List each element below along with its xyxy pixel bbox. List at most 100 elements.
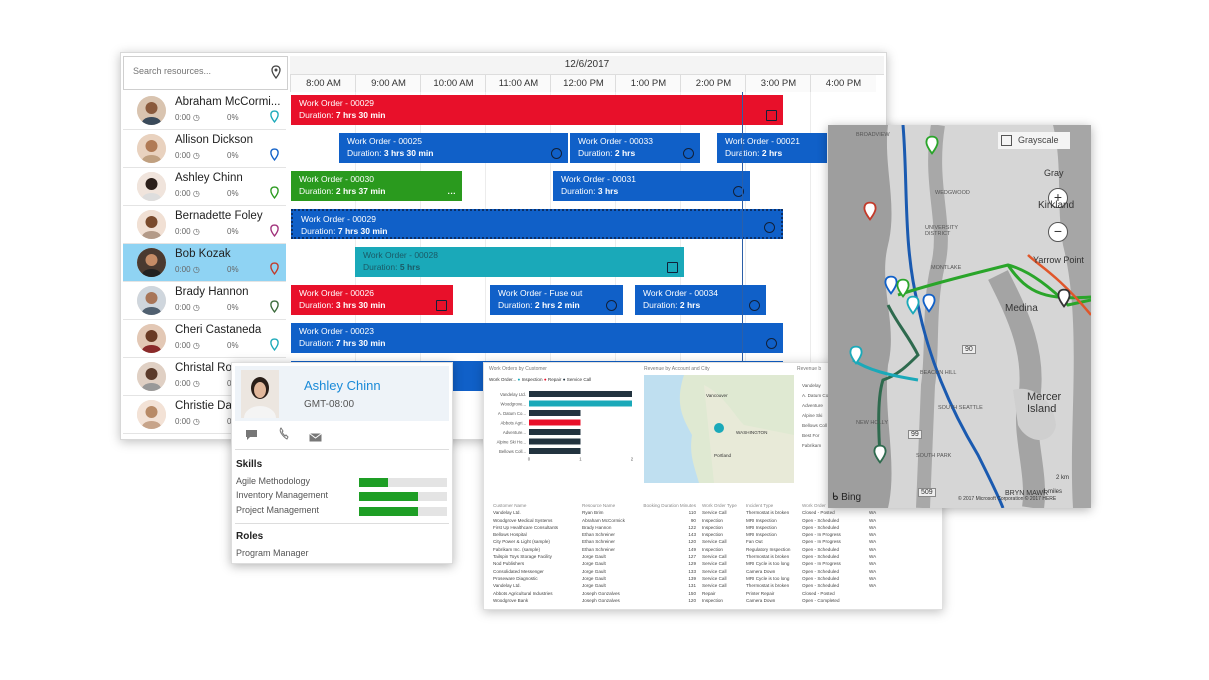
resource-hours: 0:00 ◷ — [175, 151, 200, 160]
hour-label: 11:00 AM — [485, 75, 551, 92]
table-column-resource: Resource Name Ryan Brim Abraham McCormick… — [582, 503, 625, 603]
booking-work-order[interactable]: Work Order - 00029 Duration: 7 hrs 30 mi… — [291, 95, 783, 125]
resource-row[interactable]: Bernadette Foley 0:00 ◷ 0% — [123, 206, 286, 244]
resource-name: Ashley Chinn — [175, 172, 243, 184]
avatar — [137, 400, 166, 429]
avatar — [137, 96, 166, 125]
bar[interactable] — [529, 448, 581, 454]
clock-icon — [764, 222, 775, 233]
mail-icon[interactable] — [309, 429, 322, 447]
resource-row[interactable]: Ashley Chinn 0:00 ◷ 0% — [123, 168, 286, 206]
bar[interactable] — [529, 400, 632, 407]
table-column-work-order-type: Work Order Type Service Call Inspection In… — [702, 503, 737, 603]
resource-name: Brady Hannon — [175, 286, 249, 298]
chart-title: Revenue by Account and City — [644, 366, 710, 372]
resource-row[interactable]: Abraham McCormi... 0:00 ◷ 0% — [123, 92, 286, 130]
booking-work-order[interactable]: Work Order - 00021 Duration: 2 hrs — [717, 133, 827, 163]
booking-work-order[interactable]: Work Order - 00033 Duration: 2 hrs — [570, 133, 700, 163]
map-pin-icon[interactable] — [270, 300, 279, 318]
phone-icon[interactable] — [279, 427, 289, 445]
avatar — [137, 172, 166, 201]
map-pin-icon[interactable] — [270, 338, 279, 356]
resource-hours: 0:00 ◷ — [175, 341, 200, 350]
map-pin-icon[interactable] — [873, 444, 887, 469]
hour-label: 1:00 PM — [615, 75, 681, 92]
resource-row[interactable]: Allison Dickson 0:00 ◷ 0% — [123, 130, 286, 168]
resource-name: Cheri Castaneda — [175, 324, 262, 336]
clock-icon — [749, 300, 760, 311]
map-label: Vancouver — [706, 393, 728, 398]
map-place-label: Yarrow Point — [1033, 255, 1084, 265]
map-place-label: SOUTH SEATTLE — [938, 405, 983, 411]
clock-icon: ◷ — [192, 417, 200, 426]
skill-name: Project Management — [236, 505, 320, 515]
map-place-label: MONTLAKE — [931, 265, 962, 271]
map-pin-icon[interactable] — [270, 224, 279, 242]
map-pin-icon[interactable] — [270, 148, 279, 166]
route-map[interactable]: Grayscale + − BROADVIEW Gray Kirkland WE… — [828, 125, 1091, 508]
map-place-label: BROADVIEW — [856, 132, 890, 138]
map-label: Portland — [714, 453, 732, 458]
resource-name: Abraham McCormi... — [175, 96, 281, 108]
chat-icon[interactable] — [245, 428, 258, 446]
resource-hours: 0:00 ◷ — [175, 113, 200, 122]
bar[interactable] — [529, 410, 581, 416]
booking-work-order[interactable]: Work Order - 00034 Duration: 2 hrs — [635, 285, 766, 315]
map-pin-icon[interactable] — [270, 110, 279, 128]
map-pin-icon[interactable] — [922, 293, 936, 318]
toolbox-icon — [667, 262, 678, 273]
resource-row-selected[interactable]: Bob Kozak 0:00 ◷ 0% — [123, 244, 286, 282]
bar[interactable] — [529, 429, 581, 435]
clock-icon: ◷ — [192, 341, 200, 350]
hour-label: 9:00 AM — [355, 75, 421, 92]
map-pin-icon[interactable] — [849, 345, 863, 370]
resource-utilization: 0% — [227, 265, 239, 274]
resource-row[interactable]: Cheri Castaneda 0:00 ◷ 0% — [123, 320, 286, 358]
map-pin-icon[interactable] — [1057, 288, 1071, 313]
divider — [235, 523, 449, 524]
booking-work-order[interactable]: Work Order - Fuse out Duration: 2 hrs 2 … — [490, 285, 623, 315]
resource-search-input[interactable] — [131, 65, 265, 77]
bar[interactable] — [529, 438, 581, 445]
booking-work-order[interactable]: Work Order - 00025 Duration: 3 hrs 30 mi… — [339, 133, 568, 163]
clock-icon — [683, 148, 694, 159]
map-pin-icon[interactable] — [270, 262, 279, 280]
hour-label: 2:00 PM — [680, 75, 746, 92]
booking-work-order[interactable]: Work Order - 00029 Duration: 7 hrs 30 mi… — [291, 209, 783, 239]
map-pin-icon[interactable] — [271, 65, 281, 84]
booking-work-order[interactable]: Work Order - 00026 Duration: 3 hrs 30 mi… — [291, 285, 453, 315]
resource-utilization: 0% — [227, 227, 239, 236]
bar[interactable] — [529, 419, 581, 426]
skill-level-bar — [359, 492, 447, 501]
booking-work-order[interactable]: Work Order - 00023 Duration: 7 hrs 30 mi… — [291, 323, 783, 353]
card-name[interactable]: Ashley Chinn — [304, 378, 381, 393]
map-pin-icon[interactable] — [270, 186, 279, 204]
resource-utilization: 0% — [227, 151, 239, 160]
map-pin-icon[interactable] — [863, 201, 877, 226]
avatar — [137, 210, 166, 239]
zoom-out-button[interactable]: − — [1048, 222, 1068, 242]
table-column-status: Work Order Closed - Posted Open - Schedul… — [802, 503, 841, 603]
resource-hours: 0:00 ◷ — [175, 265, 200, 274]
skills-heading: Skills — [236, 459, 263, 470]
clock-icon: ◷ — [192, 265, 200, 274]
grayscale-toggle[interactable]: Grayscale — [998, 132, 1070, 149]
booking-work-order[interactable]: Work Order - 00030 Duration: 2 hrs 37 mi… — [291, 171, 462, 201]
map-pin-icon[interactable] — [925, 135, 939, 160]
skill-level-fill — [359, 492, 418, 501]
grayscale-checkbox[interactable] — [1001, 135, 1012, 146]
hour-label: 8:00 AM — [290, 75, 356, 92]
resource-hours: 0:00 ◷ — [175, 417, 200, 426]
revenue-map: Vancouver WASHINGTON Portland — [644, 375, 794, 483]
skill-name: Agile Methodology — [236, 476, 311, 486]
booking-work-order[interactable]: Work Order - 00028 Duration: 5 hrs — [355, 247, 684, 277]
resource-row[interactable]: Brady Hannon 0:00 ◷ 0% — [123, 282, 286, 320]
booking-work-order[interactable]: Work Order - 00031 Duration: 3 hrs — [553, 171, 750, 201]
clock-icon: ◷ — [192, 113, 200, 122]
bar[interactable] — [529, 391, 632, 397]
map-pin-icon[interactable] — [906, 295, 920, 320]
resource-search-box[interactable] — [123, 56, 288, 90]
avatar — [137, 248, 166, 277]
more-icon[interactable]: ··· — [448, 187, 457, 199]
x-tick-label: 0 — [528, 457, 531, 462]
